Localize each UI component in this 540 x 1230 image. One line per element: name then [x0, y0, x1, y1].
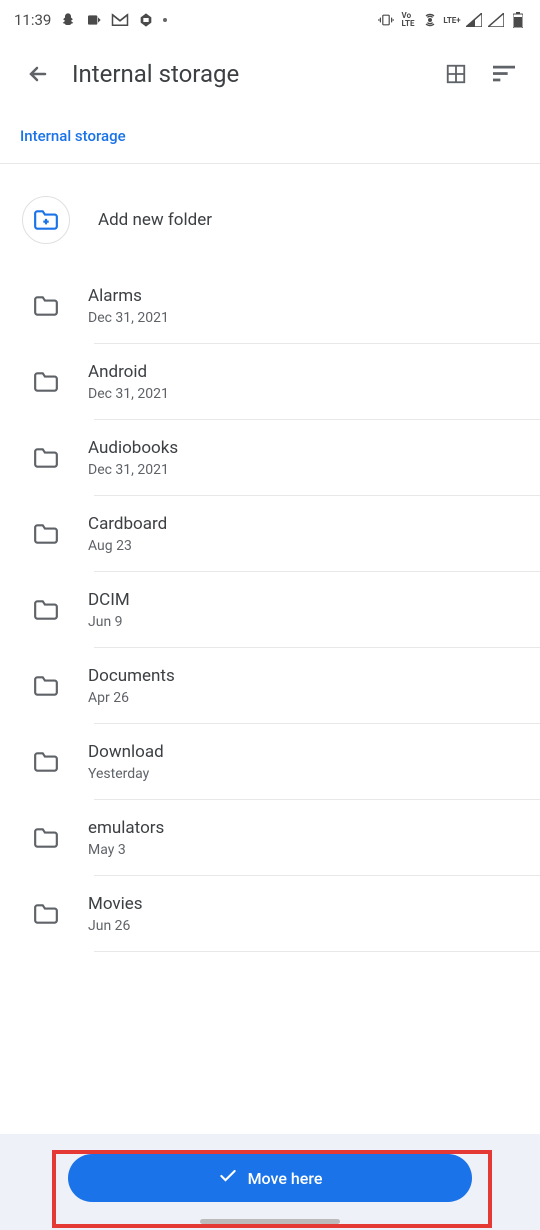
folder-icon — [32, 368, 60, 396]
signal-icon-2 — [488, 12, 504, 28]
folder-text: Audiobooks Dec 31, 2021 — [88, 438, 178, 478]
folder-name: Movies — [88, 894, 143, 914]
add-folder-label: Add new folder — [98, 210, 212, 230]
signal-icon-1 — [466, 12, 482, 28]
folder-item-alarms[interactable]: Alarms Dec 31, 2021 — [0, 268, 540, 344]
snapchat-icon — [59, 11, 77, 29]
status-time: 11:39 — [14, 11, 51, 29]
folder-name: emulators — [88, 818, 164, 838]
folder-item-cardboard[interactable]: Cardboard Aug 23 — [0, 496, 540, 572]
app-bar: Internal storage — [0, 40, 540, 108]
nav-handle[interactable] — [200, 1219, 340, 1224]
grid-view-button[interactable] — [444, 62, 468, 86]
folder-text: Download Yesterday — [88, 742, 164, 782]
folder-name: Alarms — [88, 286, 169, 306]
folder-icon — [32, 596, 60, 624]
status-right: VoLTE LTE+ — [378, 12, 526, 28]
folder-item-movies[interactable]: Movies Jun 26 — [0, 876, 540, 952]
folder-name: Cardboard — [88, 514, 167, 534]
folder-name: Android — [88, 362, 169, 382]
folder-icon — [32, 672, 60, 700]
folder-date: Aug 23 — [88, 538, 167, 554]
folder-item-emulators[interactable]: emulators May 3 — [0, 800, 540, 876]
folder-date: Dec 31, 2021 — [88, 386, 169, 402]
move-here-button[interactable]: Move here — [68, 1154, 472, 1202]
folder-text: emulators May 3 — [88, 818, 164, 858]
folder-date: Yesterday — [88, 766, 164, 782]
hotspot-icon — [422, 12, 438, 28]
check-icon — [218, 1166, 238, 1190]
folder-date: Apr 26 — [88, 690, 175, 706]
folder-icon — [32, 748, 60, 776]
add-folder-button[interactable]: Add new folder — [0, 184, 540, 268]
folder-icon — [32, 444, 60, 472]
folder-name: Documents — [88, 666, 175, 686]
folder-date: Jun 9 — [88, 614, 130, 630]
folder-icon — [32, 824, 60, 852]
folder-date: Dec 31, 2021 — [88, 310, 169, 326]
folder-icon — [32, 292, 60, 320]
lte-plus-icon: LTE+ — [444, 12, 460, 28]
folder-date: May 3 — [88, 842, 164, 858]
folder-date: Jun 26 — [88, 918, 143, 934]
breadcrumb-label: Internal storage — [20, 127, 126, 145]
back-button[interactable] — [24, 60, 52, 88]
print-icon — [137, 11, 155, 29]
folder-text: Movies Jun 26 — [88, 894, 143, 934]
folder-icon — [32, 520, 60, 548]
status-icons-left — [59, 11, 167, 29]
folder-text: Cardboard Aug 23 — [88, 514, 167, 554]
status-left: 11:39 — [14, 11, 167, 29]
volte-icon: VoLTE — [400, 12, 416, 28]
move-here-label: Move here — [248, 1169, 323, 1188]
bottom-panel: Move here — [0, 1134, 540, 1230]
folder-item-audiobooks[interactable]: Audiobooks Dec 31, 2021 — [0, 420, 540, 496]
folder-name: DCIM — [88, 590, 130, 610]
more-notifications-icon — [163, 18, 167, 22]
folder-item-android[interactable]: Android Dec 31, 2021 — [0, 344, 540, 420]
app-bar-actions — [444, 62, 516, 86]
vibrate-icon — [378, 12, 394, 28]
folder-text: Alarms Dec 31, 2021 — [88, 286, 169, 326]
folder-list: Add new folder Alarms Dec 31, 2021 Andro… — [0, 164, 540, 952]
folder-name: Audiobooks — [88, 438, 178, 458]
folder-item-dcim[interactable]: DCIM Jun 9 — [0, 572, 540, 648]
folder-name: Download — [88, 742, 164, 762]
folder-item-download[interactable]: Download Yesterday — [0, 724, 540, 800]
clock-alert-icon — [85, 11, 103, 29]
folder-text: Documents Apr 26 — [88, 666, 175, 706]
add-folder-icon — [22, 196, 70, 244]
folder-date: Dec 31, 2021 — [88, 462, 178, 478]
status-bar: 11:39 VoLTE LTE+ — [0, 0, 540, 40]
gmail-icon — [111, 11, 129, 29]
sort-button[interactable] — [492, 62, 516, 86]
folder-item-documents[interactable]: Documents Apr 26 — [0, 648, 540, 724]
breadcrumb[interactable]: Internal storage — [0, 108, 540, 164]
folder-text: DCIM Jun 9 — [88, 590, 130, 630]
folder-text: Android Dec 31, 2021 — [88, 362, 169, 402]
folder-icon — [32, 900, 60, 928]
page-title: Internal storage — [72, 60, 424, 88]
battery-icon — [510, 12, 526, 28]
